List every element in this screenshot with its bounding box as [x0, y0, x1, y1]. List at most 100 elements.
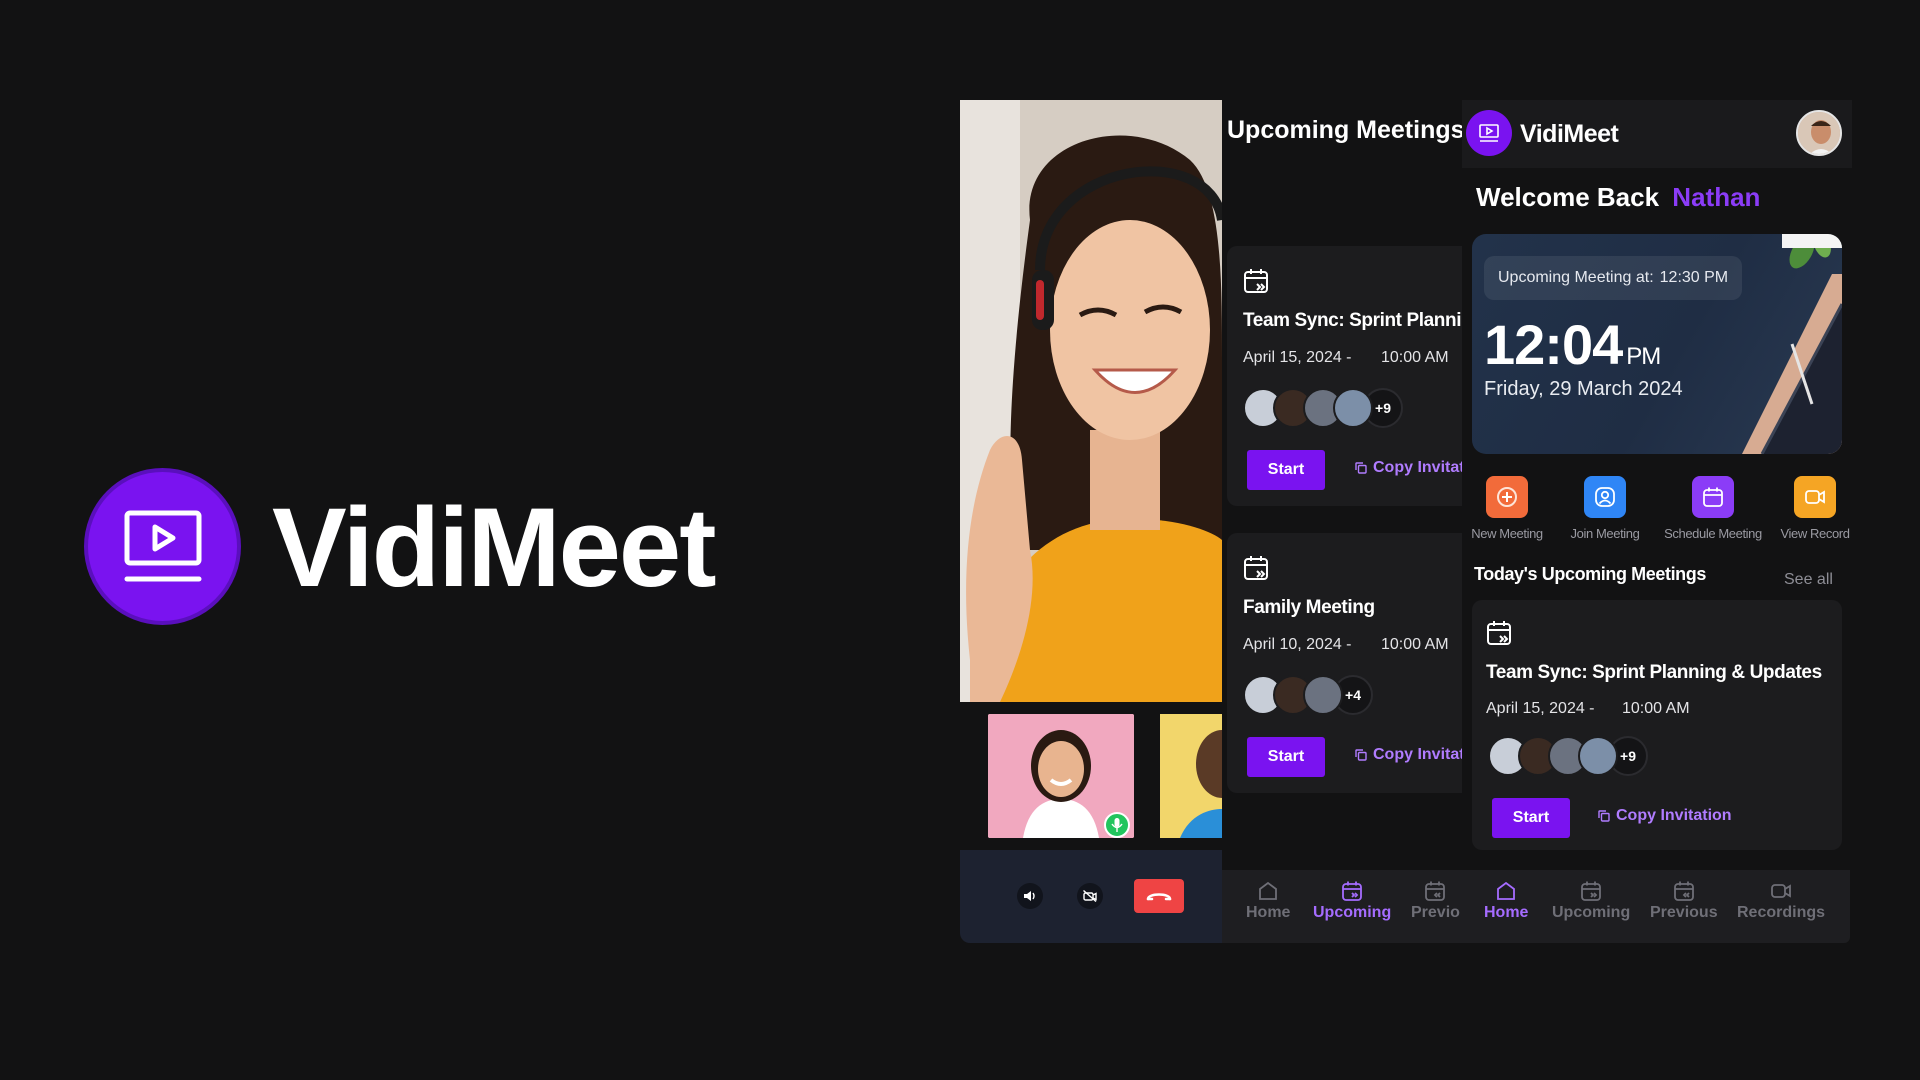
avatar	[1578, 736, 1618, 776]
profile-avatar[interactable]	[1796, 110, 1842, 156]
nav-item-home[interactable]: Home	[1246, 880, 1290, 922]
nav-item-upcoming[interactable]: Upcoming	[1313, 880, 1391, 922]
plus-icon	[1486, 476, 1528, 518]
welcome-prefix: Welcome Back	[1476, 182, 1660, 212]
next-meeting-pill: Upcoming Meeting at: 12:30 PM	[1484, 256, 1743, 300]
camera-switch-icon	[1083, 890, 1097, 902]
avatar	[1303, 675, 1343, 715]
speaker-button[interactable]	[1017, 883, 1043, 909]
main-video-feed[interactable]	[960, 100, 1222, 702]
video-icon	[1771, 884, 1791, 898]
brand-name: VidiMeet	[272, 485, 716, 610]
video-screen-icon	[124, 510, 201, 581]
copy-invitation-link[interactable]: Copy Invitation	[1598, 807, 1732, 825]
meeting-time: 10:00 AM	[1622, 700, 1690, 717]
clock-card: Upcoming Meeting at: 12:30 PM 12:04 PM Fr…	[1472, 234, 1842, 454]
page-title: Upcoming Meetings	[1227, 116, 1462, 144]
calendar-icon	[1581, 881, 1602, 901]
meeting-title: Family Meeting	[1243, 597, 1375, 618]
nav-label: Upcoming	[1552, 904, 1631, 921]
home-icon	[1497, 881, 1516, 900]
app-logo	[1466, 110, 1512, 156]
camera-switch-button[interactable]	[1077, 883, 1103, 909]
participant-avatars: +4	[1243, 675, 1373, 715]
bottom-navigation: Home Upcoming Previo Home Upcoming Previ…	[1222, 870, 1850, 943]
participant-avatars: +9	[1488, 736, 1648, 776]
calendar-icon	[1244, 556, 1268, 580]
calendar-icon	[1487, 621, 1511, 645]
meeting-date: April 15, 2024 -	[1486, 700, 1595, 717]
end-call-icon	[1146, 893, 1172, 901]
user-name: Nathan	[1672, 182, 1761, 212]
new-meeting-action[interactable]: New Meeting	[1462, 476, 1562, 541]
participant-thumbnail[interactable]	[1160, 714, 1222, 838]
home-icon	[1259, 881, 1278, 900]
clock-time: 12:04	[1484, 313, 1623, 376]
start-button[interactable]: Start	[1492, 798, 1570, 838]
action-label: View Record	[1780, 526, 1850, 541]
participant-thumb-photo	[1160, 714, 1222, 838]
meeting-card[interactable]: Family Meeting April 10, 2024 - 10:00 AM…	[1227, 533, 1462, 793]
profile-photo	[1798, 112, 1840, 154]
calendar-icon	[1425, 881, 1446, 901]
meeting-date: April 15, 2024 -	[1243, 349, 1352, 366]
calendar-icon	[1244, 269, 1268, 293]
nav-label: Home	[1246, 904, 1291, 921]
nav-label: Recordings	[1737, 904, 1826, 921]
see-all-link[interactable]: See all	[1784, 571, 1833, 589]
user-icon	[1584, 476, 1626, 518]
nav-label: Upcoming	[1313, 904, 1392, 921]
copy-invitation-label: Copy Invitation	[1616, 807, 1732, 824]
start-button[interactable]: Start	[1247, 737, 1325, 777]
nav-item-home[interactable]: Home	[1484, 880, 1528, 922]
copy-invitation-link[interactable]: Copy Invitation	[1355, 459, 1462, 477]
speaker-icon	[1024, 891, 1035, 901]
meeting-title: Team Sync: Sprint Planning & Updates	[1486, 662, 1822, 683]
section-title: Today's Upcoming Meetings	[1474, 564, 1706, 584]
calendar-icon	[1673, 881, 1694, 901]
copy-invitation-label: Copy Invitation	[1373, 459, 1462, 476]
nav-item-previous[interactable]: Previo	[1411, 880, 1460, 922]
video-screen-icon	[1479, 124, 1499, 142]
current-time: 12:04 PM	[1484, 312, 1661, 377]
meeting-card[interactable]: Team Sync: Sprint Planning & Updates Apr…	[1472, 600, 1842, 850]
video-call-panel	[960, 100, 1222, 943]
nav-item-upcoming[interactable]: Upcoming	[1552, 880, 1630, 922]
copy-icon	[1355, 462, 1367, 474]
nav-label: Previo	[1411, 904, 1460, 921]
clock-ampm: PM	[1626, 343, 1661, 370]
copy-invitation-link[interactable]: Copy Invitation	[1355, 746, 1462, 764]
nav-item-previous[interactable]: Previous	[1650, 880, 1718, 922]
schedule-meeting-action[interactable]: Schedule Meeting	[1658, 476, 1768, 541]
join-meeting-action[interactable]: Join Meeting	[1550, 476, 1660, 541]
avatar	[1333, 388, 1373, 428]
meeting-time: 10:00 AM	[1381, 636, 1449, 653]
mic-on-icon	[1104, 812, 1130, 838]
view-record-action[interactable]: View Record	[1760, 476, 1852, 541]
action-label: Join Meeting	[1570, 526, 1640, 541]
calendar-icon	[1342, 881, 1363, 901]
start-button[interactable]: Start	[1247, 450, 1325, 490]
next-meeting-time: 12:30 PM	[1659, 269, 1729, 286]
welcome-message: Welcome Back Nathan	[1476, 182, 1760, 213]
brand-logo	[84, 468, 241, 625]
calendar-icon	[1692, 476, 1734, 518]
nav-item-recordings[interactable]: Recordings	[1737, 880, 1825, 922]
copy-icon	[1598, 810, 1610, 822]
upcoming-meetings-screen: Upcoming Meetings Team Sync: Sprint Plan…	[1222, 100, 1462, 943]
action-label: Schedule Meeting	[1664, 526, 1762, 541]
home-screen: VidiMeet Welcome Back Nathan Upcoming Me…	[1462, 100, 1852, 943]
call-controls-bar	[960, 850, 1222, 943]
app-name: VidiMeet	[1520, 120, 1619, 148]
current-date: Friday, 29 March 2024	[1484, 378, 1683, 400]
participant-photo	[960, 100, 1222, 702]
next-meeting-label: Upcoming Meeting at:	[1498, 269, 1654, 286]
end-call-button[interactable]	[1134, 879, 1184, 913]
participant-thumbnail[interactable]	[988, 714, 1134, 838]
meeting-card[interactable]: Team Sync: Sprint Planning & Updates Apr…	[1227, 246, 1462, 506]
meeting-time: 10:00 AM	[1381, 349, 1449, 366]
app-header: VidiMeet	[1462, 100, 1852, 168]
meeting-title: Team Sync: Sprint Planning & Updates	[1243, 310, 1462, 331]
copy-icon	[1355, 749, 1367, 761]
nav-label: Previous	[1650, 904, 1718, 921]
